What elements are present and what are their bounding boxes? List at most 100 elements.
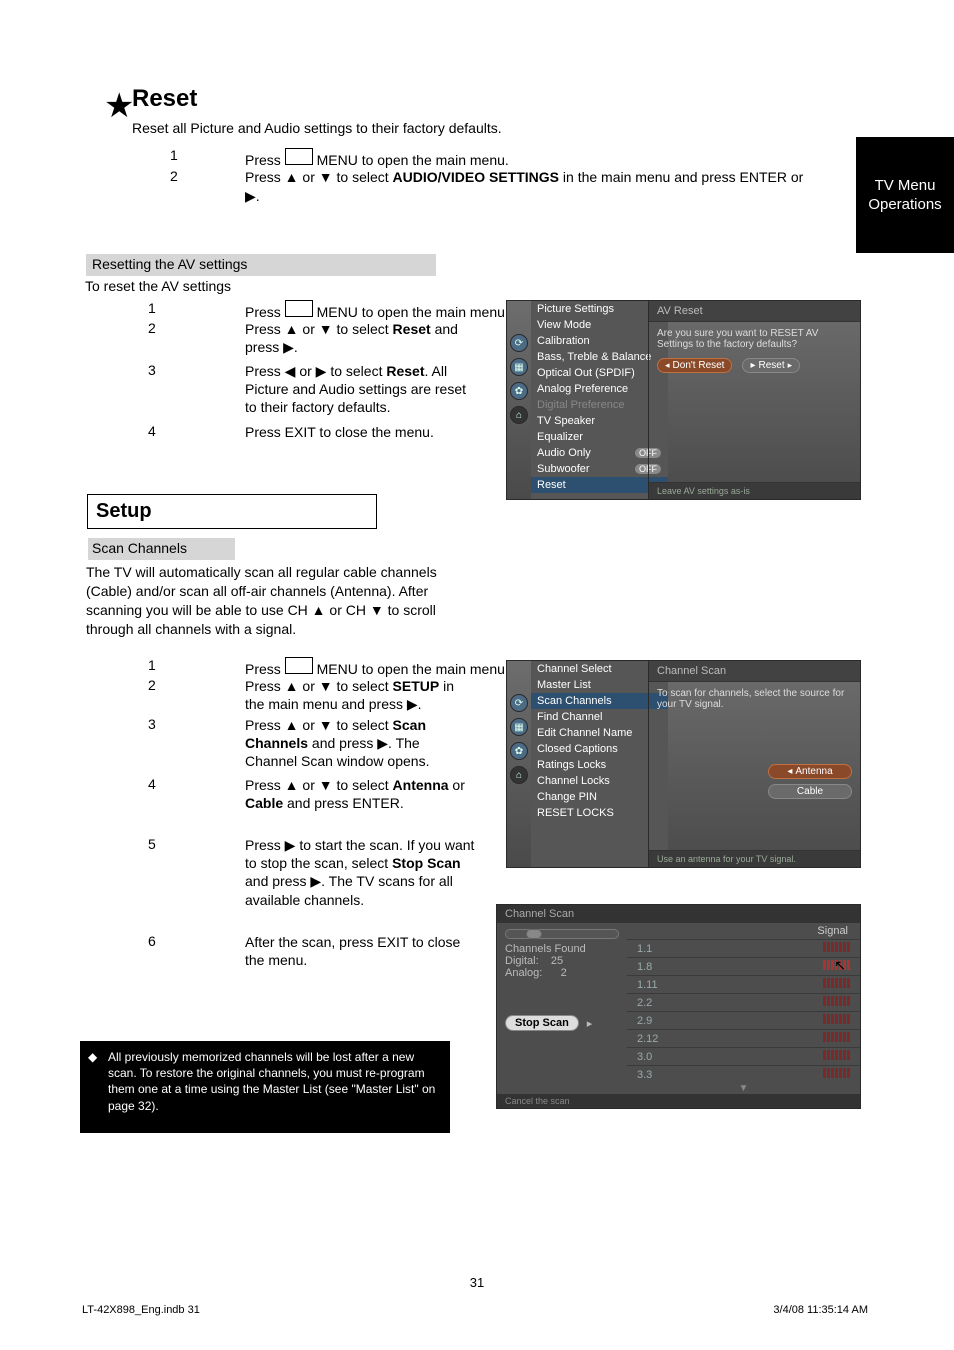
side-tab: TV Menu Operations xyxy=(856,137,954,253)
osd-panel-msg: Are you sure you want to RESET AV Settin… xyxy=(657,328,852,350)
side-tab-line1: TV Menu xyxy=(856,176,954,196)
osd-icon-3: ✿ xyxy=(510,742,528,760)
t: Digital: xyxy=(505,955,539,967)
arrow-right-icon: ▸ xyxy=(587,1017,593,1030)
osd-buttons: Don't Reset ▸ Reset xyxy=(657,358,852,373)
t: 25 xyxy=(551,955,563,967)
stop-scan-button[interactable]: Stop Scan xyxy=(505,1015,579,1031)
signal-header: Signal xyxy=(627,923,860,939)
step-num-2b: 2 xyxy=(148,320,156,336)
t: Press ▲ or ▼ to select xyxy=(245,321,393,337)
reset-button[interactable]: ▸ Reset xyxy=(742,358,800,373)
t: Reset xyxy=(386,363,424,379)
osd-icon-2: ▦ xyxy=(510,358,528,376)
osd-right-panel: Channel Scan To scan for channels, selec… xyxy=(648,661,860,867)
t: or xyxy=(449,777,465,793)
step-2b: Press ▲ or ▼ to select Reset and press ▶… xyxy=(245,320,475,356)
step-num-4b: 4 xyxy=(148,423,156,439)
scroll-down-icon: ▼ xyxy=(627,1083,860,1094)
step-num-3b: 3 xyxy=(148,362,156,378)
t: and press ▶. The TV scans for all availa… xyxy=(245,873,453,907)
step-num-1a: 1 xyxy=(170,147,178,163)
dont-reset-button[interactable]: Don't Reset xyxy=(657,358,732,373)
cable-button[interactable]: Cable xyxy=(768,784,852,799)
step-num-2c: 2 xyxy=(148,677,156,693)
osd-right-panel: AV Reset Are you sure you want to RESET … xyxy=(648,301,860,499)
step-3b: Press ◀ or ▶ to select Reset. All Pictur… xyxy=(245,362,475,417)
step-2c: Press ▲ or ▼ to select SETUP in the main… xyxy=(245,677,475,713)
osd-icon-3: ✿ xyxy=(510,382,528,400)
ch: 2.12 xyxy=(627,1030,736,1048)
t: Audio Only xyxy=(537,447,591,459)
digital-count: Digital: 25 xyxy=(505,955,619,967)
t: Antenna xyxy=(393,777,449,793)
osd-panel-body: Are you sure you want to RESET AV Settin… xyxy=(649,322,860,482)
step-2a: Press ▲ or ▼ to select AUDIO/VIDEO SETTI… xyxy=(245,168,805,206)
menu-button-icon xyxy=(285,300,313,317)
scanbox-right: Signal 1.1 1.8 1.11 2.2 2.9 2.12 3.0 3.3… xyxy=(627,923,860,1094)
progress-bar xyxy=(505,929,619,939)
reset-section-bar-text: Resetting the AV settings xyxy=(92,256,247,272)
reset-title: Reset xyxy=(132,85,197,113)
t: Subwoofer xyxy=(537,463,590,475)
t: SETUP xyxy=(393,678,440,694)
step-5c: Press ▶ to start the scan. If you want t… xyxy=(245,836,475,909)
ch: 2.2 xyxy=(627,994,736,1012)
osd-nav-icons: ⟳ ▦ ✿ ⌂ xyxy=(507,694,531,784)
osd-panel-body: To scan for channels, select the source … xyxy=(649,682,860,850)
t: AUDIO/VIDEO SETTINGS xyxy=(393,169,559,185)
t: Antenna xyxy=(795,766,832,777)
ch: 3.3 xyxy=(627,1066,736,1084)
step-num-5c: 5 xyxy=(148,836,156,852)
menu-button-icon xyxy=(285,657,313,674)
osd-channel-scan-screenshot: ⟳ ▦ ✿ ⌂ Channel Select Master List Scan … xyxy=(506,660,861,868)
step-1b: Press MENU to open the main menu. xyxy=(245,300,509,320)
step-num-1c: 1 xyxy=(148,657,156,673)
osd-icon-1: ⟳ xyxy=(510,694,528,712)
step-num-3c: 3 xyxy=(148,716,156,732)
analog-count: Analog: 2 xyxy=(505,967,619,979)
channel-table: 1.1 1.8 1.11 2.2 2.9 2.12 3.0 3.3 xyxy=(627,939,860,1083)
osd-panel-msg: To scan for channels, select the source … xyxy=(657,688,852,710)
scanbox-hint: Cancel the scan xyxy=(497,1094,860,1108)
t: Press ▲ or ▼ to select xyxy=(245,717,393,733)
diamond-icon: ◆ xyxy=(88,1049,97,1065)
osd-icon-2: ▦ xyxy=(510,718,528,736)
note-box: ◆ All previously memorized channels will… xyxy=(80,1041,450,1133)
reset-subtitle: Reset all Picture and Audio settings to … xyxy=(132,119,852,138)
t: Cable xyxy=(245,795,283,811)
scanbox-left: Channels Found Digital: 25 Analog: 2 Sto… xyxy=(497,923,627,1094)
ch: 1.8 xyxy=(627,958,736,976)
osd-icon-4: ⌂ xyxy=(510,406,528,424)
step-1c: Press MENU to open the main menu. xyxy=(245,657,509,677)
ch: 1.11 xyxy=(627,976,736,994)
scan-intro: The TV will automatically scan all regul… xyxy=(86,563,446,639)
t: Analog: xyxy=(505,967,542,979)
osd-hint: Leave AV settings as-is xyxy=(649,482,860,499)
note-text: All previously memorized channels will b… xyxy=(108,1050,435,1113)
reset-bar-desc: To reset the AV settings xyxy=(85,278,415,294)
scanbox-title: Channel Scan xyxy=(497,905,860,923)
step-4c: Press ▲ or ▼ to select Antenna or Cable … xyxy=(245,776,475,812)
step-1a: Press MENU to open the main menu. xyxy=(245,148,509,168)
t: 2 xyxy=(561,967,567,979)
ch: 2.9 xyxy=(627,1012,736,1030)
t: Reset xyxy=(393,321,431,337)
step-num-1b: 1 xyxy=(148,300,156,316)
star-icon: ★ xyxy=(104,86,134,126)
osd-panel-title: AV Reset xyxy=(649,301,860,322)
step-6c: After the scan, press EXIT to close the … xyxy=(245,933,475,969)
osd-nav-icons: ⟳ ▦ ✿ ⌂ xyxy=(507,334,531,424)
page-number: 31 xyxy=(470,1275,484,1290)
osd-panel-title: Channel Scan xyxy=(649,661,860,682)
channels-found-label: Channels Found xyxy=(505,943,619,955)
t: Press ◀ or ▶ to select xyxy=(245,363,386,379)
osd-icon-1: ⟳ xyxy=(510,334,528,352)
setup-heading: Setup xyxy=(87,494,377,529)
step-num-6c: 6 xyxy=(148,933,156,949)
t: Stop Scan xyxy=(392,855,460,871)
t: and press ENTER. xyxy=(283,795,404,811)
antenna-button[interactable]: ◂ Antenna xyxy=(768,764,852,779)
ch: 3.0 xyxy=(627,1048,736,1066)
ch: 1.1 xyxy=(627,940,736,958)
